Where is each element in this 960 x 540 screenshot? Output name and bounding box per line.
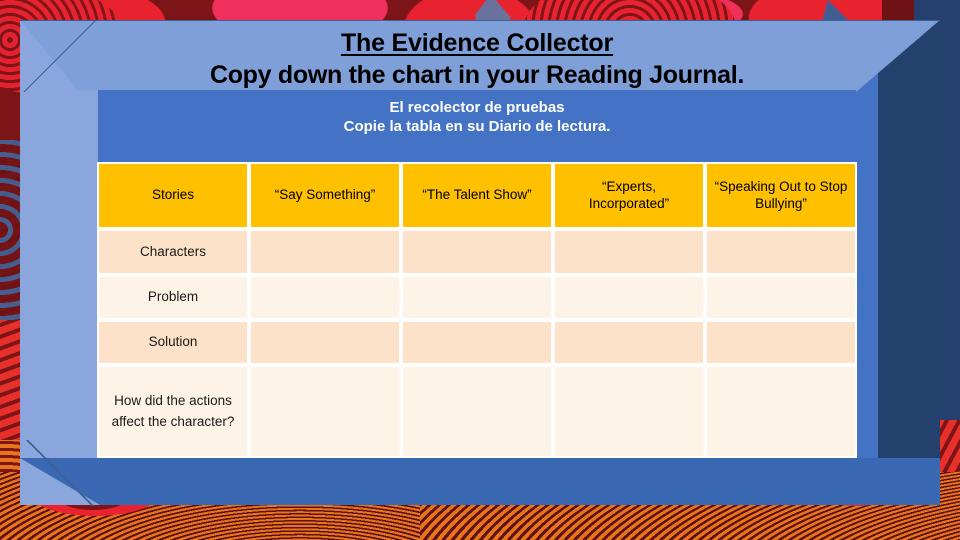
- cell-problem-the-talent-show[interactable]: [401, 275, 553, 320]
- evidence-chart-table-wrapper: Stories “Say Something” “The Talent Show…: [97, 162, 857, 458]
- cell-problem-experts-incorporated[interactable]: [553, 275, 705, 320]
- cell-actions-say-something[interactable]: [249, 365, 401, 458]
- column-header-the-talent-show: “The Talent Show”: [401, 162, 553, 229]
- row-label-problem: Problem: [97, 275, 249, 320]
- row-label-how-did-actions-affect-character: How did the actions affect the character…: [97, 365, 249, 458]
- page-title-es: El recolector de pruebas: [389, 98, 565, 116]
- frame-diagonal-bottom-left: [20, 440, 100, 506]
- cell-actions-speaking-out[interactable]: [705, 365, 857, 458]
- table-row: Solution: [97, 320, 857, 365]
- cell-solution-experts-incorporated[interactable]: [553, 320, 705, 365]
- slide-canvas: The Evidence Collector Copy down the cha…: [0, 0, 960, 540]
- column-header-experts-incorporated: “Experts, Incorporated”: [553, 162, 705, 229]
- table-row: Characters: [97, 229, 857, 275]
- row-label-solution: Solution: [97, 320, 249, 365]
- cell-characters-experts-incorporated[interactable]: [553, 229, 705, 275]
- cell-problem-speaking-out[interactable]: [705, 275, 857, 320]
- cell-problem-say-something[interactable]: [249, 275, 401, 320]
- evidence-chart-table: Stories “Say Something” “The Talent Show…: [97, 162, 857, 458]
- page-subtitle: Copy down the chart in your Reading Jour…: [209, 61, 745, 90]
- cell-solution-the-talent-show[interactable]: [401, 320, 553, 365]
- page-title: The Evidence Collector: [340, 29, 614, 57]
- table-row: Problem: [97, 275, 857, 320]
- table-header: Stories “Say Something” “The Talent Show…: [97, 162, 857, 229]
- heading-block: The Evidence Collector Copy down the cha…: [98, 30, 856, 137]
- cell-characters-the-talent-show[interactable]: [401, 229, 553, 275]
- table-header-row: Stories “Say Something” “The Talent Show…: [97, 162, 857, 229]
- page-subtitle-es: Copie la tabla en su Diario de lectura.: [343, 118, 611, 135]
- cell-characters-say-something[interactable]: [249, 229, 401, 275]
- cell-actions-the-talent-show[interactable]: [401, 365, 553, 458]
- table-body: Characters Problem Solution How did the …: [97, 229, 857, 458]
- cell-actions-experts-incorporated[interactable]: [553, 365, 705, 458]
- row-label-characters: Characters: [97, 229, 249, 275]
- column-header-stories: Stories: [97, 162, 249, 229]
- frame-diagonal-top-left: [20, 20, 100, 92]
- column-header-say-something: “Say Something”: [249, 162, 401, 229]
- cell-characters-speaking-out[interactable]: [705, 229, 857, 275]
- column-header-speaking-out: “Speaking Out to Stop Bullying”: [705, 162, 857, 229]
- cell-solution-speaking-out[interactable]: [705, 320, 857, 365]
- table-row: How did the actions affect the character…: [97, 365, 857, 458]
- cell-solution-say-something[interactable]: [249, 320, 401, 365]
